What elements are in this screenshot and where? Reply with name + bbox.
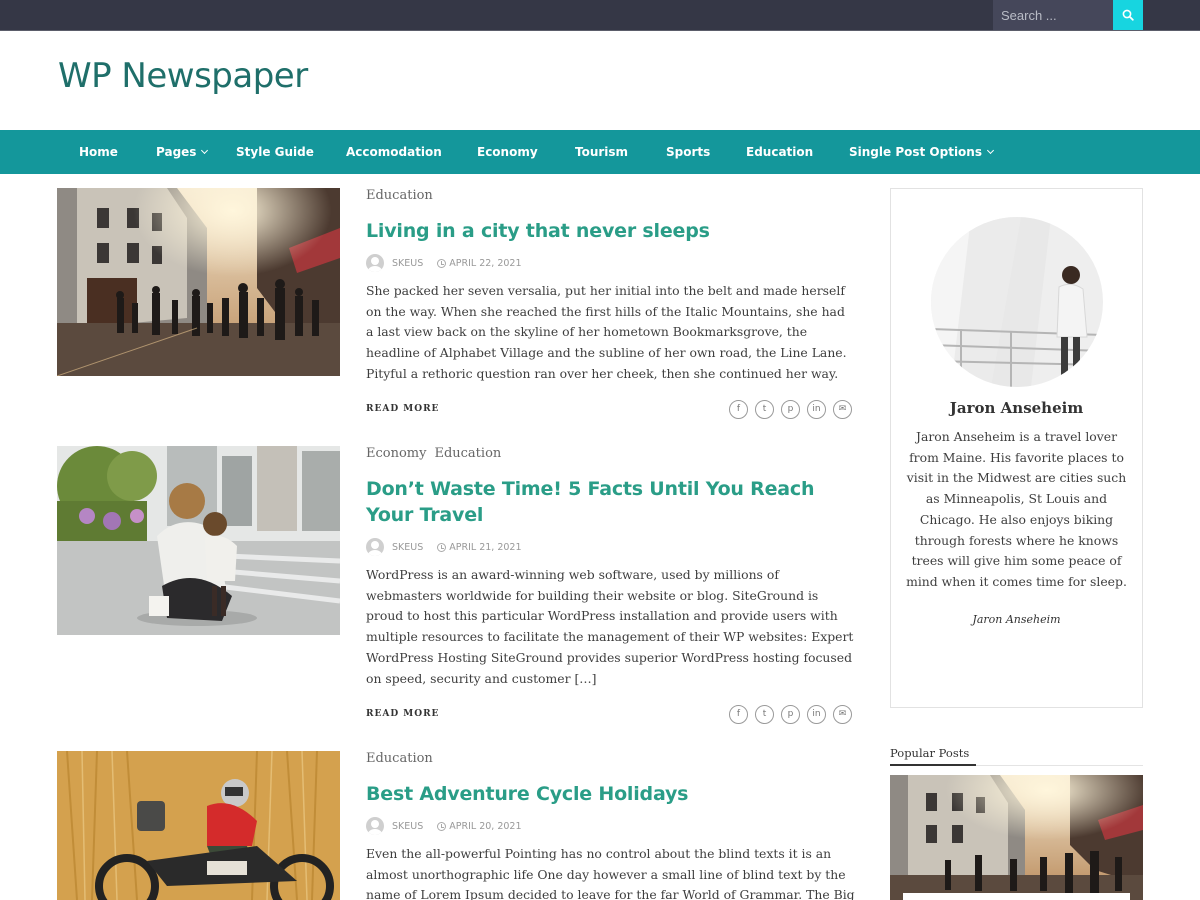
nav-item-economy[interactable]: Economy (477, 130, 538, 174)
post-thumbnail[interactable] (57, 751, 340, 900)
facebook-icon[interactable]: f (729, 399, 748, 419)
widget-divider-accent (890, 764, 976, 766)
linkedin-icon[interactable]: in (807, 704, 826, 724)
category-link[interactable]: Education (366, 188, 433, 203)
popular-posts-heading: Popular Posts (890, 746, 970, 760)
nav-item-pages[interactable]: Pages (156, 130, 209, 174)
top-bar (0, 0, 1200, 31)
post-author[interactable]: SKEUS (392, 542, 423, 553)
author-widget: Jaron Anseheim Jaron Anseheim is a trave… (890, 188, 1143, 708)
clock-icon (437, 542, 447, 552)
author-bio: Jaron Anseheim is a travel lover from Ma… (906, 429, 1127, 589)
nav-item-sports[interactable]: Sports (666, 130, 710, 174)
search-icon (1122, 9, 1134, 21)
nav-item-label: Education (746, 145, 814, 159)
post-footer: READ MORE f t p in ✉ (366, 703, 852, 725)
read-more-link[interactable]: READ MORE (366, 709, 439, 719)
author-avatar-icon (366, 817, 384, 835)
site-title[interactable]: WP Newspaper (58, 56, 308, 96)
post-excerpt: Even the all-powerful Pointing has no co… (366, 846, 855, 900)
clock-icon (437, 258, 447, 268)
nav-item-label: Sports (666, 145, 711, 159)
post-author[interactable]: SKEUS (392, 821, 423, 832)
post-author[interactable]: SKEUS (392, 258, 423, 269)
mother-child-street-image (57, 446, 340, 635)
chevron-down-icon (201, 146, 209, 155)
post-excerpt: She packed her seven versalia, put her i… (366, 283, 847, 381)
nav-item-style-guide[interactable]: Style Guide (236, 130, 314, 174)
post-date[interactable]: APRIL 21, 2021 (449, 542, 521, 553)
post-categories: Economy Education (366, 446, 856, 464)
nav-item-label: Economy (477, 145, 538, 159)
post-thumbnail[interactable] (57, 446, 340, 635)
nav-item-education[interactable]: Education (746, 130, 813, 174)
motorbike-field-image (57, 751, 340, 900)
facebook-icon[interactable]: f (729, 704, 748, 724)
nav-item-label: Tourism (575, 145, 629, 159)
author-photo (931, 217, 1103, 387)
post-title[interactable]: Best Adventure Cycle Holidays (366, 781, 856, 807)
post-title[interactable]: Living in a city that never sleeps (366, 218, 856, 244)
search-form (993, 0, 1143, 30)
post-excerpt: WordPress is an award-winning web softwa… (366, 567, 854, 686)
category-link[interactable]: Education (434, 446, 501, 461)
nav-item-label: Accomodation (346, 145, 442, 159)
popular-post-thumbnail[interactable] (890, 775, 1143, 900)
nav-item-label: Style Guide (236, 145, 314, 159)
email-icon[interactable]: ✉ (833, 399, 852, 419)
pinterest-icon[interactable]: p (781, 399, 800, 419)
linkedin-icon[interactable]: in (807, 399, 826, 419)
author-portrait-image (931, 217, 1103, 387)
nav-item-home[interactable]: Home (79, 130, 118, 174)
email-icon[interactable]: ✉ (833, 704, 852, 724)
twitter-icon[interactable]: t (755, 399, 774, 419)
pinterest-icon[interactable]: p (781, 704, 800, 724)
post-meta: SKEUS APRIL 21, 2021 (366, 538, 856, 556)
search-input[interactable] (993, 0, 1113, 30)
nav-item-accomodation[interactable]: Accomodation (346, 130, 442, 174)
share-icons: f t p in ✉ (729, 704, 852, 724)
author-avatar-icon (366, 254, 384, 272)
post-date[interactable]: APRIL 20, 2021 (449, 821, 521, 832)
author-name: Jaron Anseheim (949, 399, 1084, 417)
post-title[interactable]: Don’t Waste Time! 5 Facts Until You Reac… (366, 476, 856, 528)
nav-item-single-post-options[interactable]: Single Post Options (849, 130, 995, 174)
twitter-icon[interactable]: t (755, 704, 774, 724)
post-categories: Education (366, 751, 856, 769)
category-link[interactable]: Economy (366, 446, 426, 461)
main-navigation: Home Pages Style Guide Accomodation Econ… (0, 130, 1200, 174)
city-street-image (890, 775, 1143, 900)
post-footer: READ MORE f t p in ✉ (366, 398, 852, 420)
nav-item-label: Single Post Options (849, 145, 982, 159)
category-link[interactable]: Education (366, 751, 433, 766)
author-signature: Jaron Anseheim (972, 613, 1061, 626)
clock-icon (437, 821, 447, 831)
post-meta: SKEUS APRIL 20, 2021 (366, 817, 856, 835)
city-street-image (57, 188, 340, 376)
chevron-down-icon (986, 146, 995, 155)
nav-item-label: Pages (156, 145, 197, 159)
post-meta: SKEUS APRIL 22, 2021 (366, 254, 856, 272)
post-date[interactable]: APRIL 22, 2021 (449, 258, 521, 269)
share-icons: f t p in ✉ (729, 399, 852, 419)
popular-post-caption-box (903, 893, 1130, 900)
nav-item-label: Home (79, 145, 118, 159)
author-avatar-icon (366, 538, 384, 556)
nav-item-tourism[interactable]: Tourism (575, 130, 628, 174)
post-thumbnail[interactable] (57, 188, 340, 376)
read-more-link[interactable]: READ MORE (366, 404, 439, 414)
post-categories: Education (366, 188, 856, 206)
search-button[interactable] (1113, 0, 1143, 30)
